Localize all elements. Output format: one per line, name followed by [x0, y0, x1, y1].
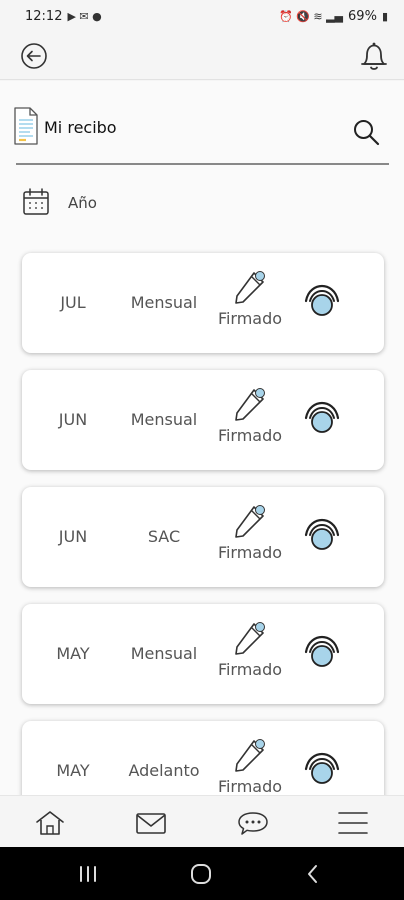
receipt-type: Mensual — [130, 410, 198, 429]
pen-sign-icon[interactable] — [232, 502, 268, 538]
status-time: 12:12 — [25, 8, 63, 24]
year-label: Año — [68, 194, 97, 212]
receipt-card[interactable]: JUN SAC Firmado — [22, 487, 384, 587]
receipt-status: Firmado — [217, 660, 283, 679]
pen-sign-icon[interactable] — [232, 268, 268, 304]
battery-icon: ▮ — [381, 9, 388, 23]
content-area: Mi recibo Año JUL Mensual Firmado JUN Me… — [0, 81, 404, 795]
recents-icon[interactable] — [75, 861, 101, 887]
receipt-status: Firmado — [217, 543, 283, 562]
receipt-month: MAY — [56, 644, 90, 663]
receipt-type: SAC — [147, 527, 181, 546]
receipt-card[interactable]: JUN Mensual Firmado — [22, 370, 384, 470]
chat-icon[interactable] — [236, 808, 270, 838]
app-bar — [0, 32, 404, 80]
receipt-month: JUN — [58, 527, 88, 546]
home-button-icon[interactable] — [188, 861, 214, 887]
pen-sign-icon[interactable] — [232, 619, 268, 655]
calendar-icon — [23, 188, 49, 215]
pen-sign-icon[interactable] — [232, 385, 268, 421]
receipt-type: Mensual — [130, 644, 198, 663]
eye-icon[interactable] — [302, 517, 342, 553]
bell-icon[interactable] — [358, 39, 390, 73]
pen-sign-icon[interactable] — [232, 736, 268, 772]
eye-icon[interactable] — [302, 751, 342, 787]
receipt-list: JUL Mensual Firmado JUN Mensual Firmado … — [22, 253, 384, 795]
home-icon[interactable] — [33, 808, 67, 838]
eye-icon[interactable] — [302, 400, 342, 436]
eye-icon[interactable] — [302, 283, 342, 319]
receipt-status: Firmado — [217, 426, 283, 445]
receipt-month: JUN — [58, 410, 88, 429]
receipt-type: Adelanto — [128, 761, 200, 780]
notification-icons: ▶ ✉ ● — [67, 9, 102, 23]
document-icon — [14, 107, 38, 145]
receipt-month: MAY — [56, 761, 90, 780]
receipt-card[interactable]: MAY Mensual Firmado — [22, 604, 384, 704]
back-arrow-icon[interactable] — [20, 42, 48, 70]
search-icon[interactable] — [352, 118, 380, 146]
menu-icon[interactable] — [336, 808, 370, 838]
section-header: Mi recibo — [12, 106, 388, 148]
page-title: Mi recibo — [44, 118, 117, 137]
system-nav-bar — [0, 847, 404, 900]
status-bar: 12:12 ▶ ✉ ● ⏰ 🔇 ≋ ▂▄ 69% ▮ — [0, 0, 404, 32]
receipt-type: Mensual — [130, 293, 198, 312]
mail-icon[interactable] — [134, 808, 168, 838]
bottom-nav — [0, 795, 404, 847]
battery-level: 69% — [348, 8, 377, 24]
system-icons: ⏰ 🔇 ≋ ▂▄ — [279, 9, 344, 23]
receipt-status: Firmado — [217, 309, 283, 328]
eye-icon[interactable] — [302, 634, 342, 670]
status-right: ⏰ 🔇 ≋ ▂▄ 69% ▮ — [279, 9, 388, 24]
receipt-month: JUL — [60, 293, 86, 312]
receipt-card[interactable]: JUL Mensual Firmado — [22, 253, 384, 353]
receipt-status: Firmado — [217, 777, 283, 795]
header-divider — [16, 163, 389, 165]
receipt-card[interactable]: MAY Adelanto Firmado — [22, 721, 384, 795]
status-left: 12:12 ▶ ✉ ● — [25, 9, 102, 24]
back-icon[interactable] — [300, 861, 326, 887]
